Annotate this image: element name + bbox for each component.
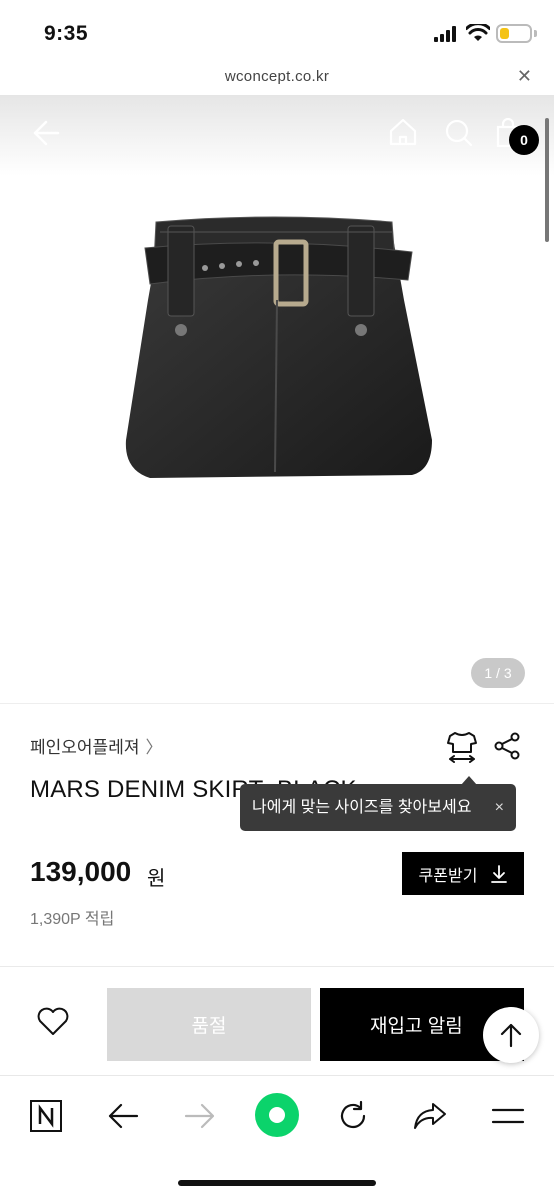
url-text[interactable]: wconcept.co.kr: [0, 68, 554, 85]
tooltip-text: 나에게 맞는 사이즈를 찾아보세요: [252, 799, 472, 816]
scroll-to-top-button[interactable]: [483, 1007, 539, 1063]
heart-icon[interactable]: [36, 1007, 70, 1037]
battery-icon: [496, 24, 532, 43]
status-time: 9:35: [44, 22, 89, 45]
refresh-icon[interactable]: [333, 1096, 373, 1136]
brand-name[interactable]: 페인오어플레져: [30, 738, 139, 757]
close-icon[interactable]: ✕: [517, 66, 532, 87]
download-icon: [491, 864, 508, 883]
reward-points: 1,390P 적립: [30, 911, 115, 928]
naver-n-icon[interactable]: [26, 1096, 66, 1136]
url-bar[interactable]: wconcept.co.kr ✕: [0, 60, 554, 96]
size-fit-icon[interactable]: [446, 730, 478, 764]
arrow-left-icon[interactable]: [30, 118, 60, 148]
search-icon[interactable]: [444, 118, 474, 148]
menu-icon[interactable]: [488, 1096, 528, 1136]
soldout-button: 품절: [107, 988, 311, 1061]
restock-notify-label: 재입고 알림: [370, 1016, 463, 1037]
home-icon[interactable]: [388, 117, 418, 147]
signal-icon: [434, 26, 456, 42]
soldout-label: 품절: [191, 1016, 227, 1037]
divider: [0, 703, 554, 704]
share-icon[interactable]: [493, 732, 521, 760]
chevron-right-icon: 〉: [145, 738, 163, 757]
wifi-icon: [466, 24, 490, 41]
home-indicator: [178, 1180, 376, 1186]
tooltip-close-icon[interactable]: ×: [495, 784, 504, 831]
arrow-up-icon: [500, 1023, 522, 1048]
coupon-label: 쿠폰받기: [418, 867, 478, 885]
back-arrow-icon[interactable]: [103, 1096, 143, 1136]
product-price: 139,000: [30, 856, 132, 887]
browser-toolbar: [0, 1075, 554, 1200]
cart-count-badge[interactable]: 0: [509, 125, 539, 155]
product-gallery[interactable]: [0, 96, 554, 702]
share-arrow-icon[interactable]: [410, 1096, 450, 1136]
product-image: [125, 216, 432, 478]
brand-link[interactable]: 페인오어플레져 〉: [30, 733, 162, 758]
forward-arrow-icon[interactable]: [180, 1096, 220, 1136]
scrollbar[interactable]: [545, 118, 549, 242]
price-unit: 원: [147, 868, 166, 890]
size-tooltip: 나에게 맞는 사이즈를 찾아보세요 ×: [240, 784, 516, 831]
purchase-action-bar: 품절 재입고 알림: [0, 967, 554, 1075]
status-bar: 9:35: [0, 0, 554, 60]
image-counter: 1 / 3: [471, 658, 525, 688]
coupon-button[interactable]: 쿠폰받기: [402, 852, 524, 895]
naver-green-icon[interactable]: [255, 1093, 299, 1137]
